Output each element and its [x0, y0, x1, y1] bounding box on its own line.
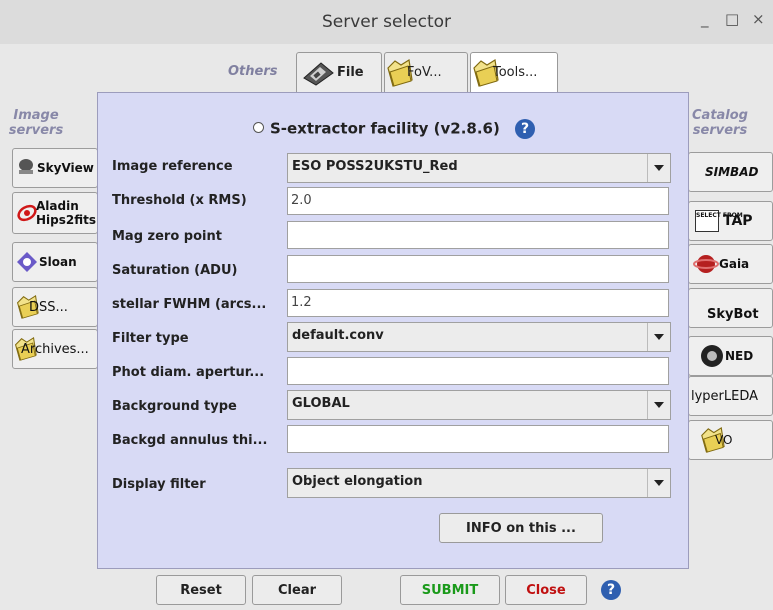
server-button-skyview[interactable]: SkyView: [12, 148, 98, 188]
label-backgd-annulus: Backgd annulus thi...: [112, 433, 268, 448]
label-background-type: Background type: [112, 399, 237, 414]
server-button-aladin-hips2fits[interactable]: Aladin Hips2fits: [12, 192, 98, 234]
chevron-down-icon: [647, 469, 670, 497]
input-phot-diam-aperture[interactable]: [287, 357, 669, 385]
info-button[interactable]: INFO on this ...: [439, 513, 603, 543]
facility-radio[interactable]: [252, 121, 264, 133]
server-label-vo: VO: [715, 433, 733, 447]
select-filter-type-value: default.conv: [292, 328, 384, 343]
tab-group-others-label: Others: [228, 64, 278, 79]
chevron-down-icon: [647, 154, 670, 182]
select-display-filter[interactable]: Object elongation: [287, 468, 671, 498]
server-label-hyperleda: lyperLEDA: [691, 388, 759, 404]
close-window-button[interactable]: ×: [752, 10, 765, 28]
label-display-filter: Display filter: [112, 477, 206, 492]
select-display-filter-value: Object elongation: [292, 474, 423, 489]
select-image-reference[interactable]: ESO POSS2UKSTU_Red: [287, 153, 671, 183]
label-threshold: Threshold (x RMS): [112, 193, 247, 208]
input-saturation[interactable]: [287, 255, 669, 283]
help-icon[interactable]: ?: [515, 119, 536, 139]
server-label-tap: TAP: [723, 213, 753, 229]
server-label-hips2fits: Hips2fits: [36, 213, 97, 227]
server-label-skyview: SkyView: [37, 161, 94, 175]
input-backgd-annulus[interactable]: [287, 425, 669, 453]
server-label-archives: Archives...: [21, 341, 89, 357]
tab-tools-label: Tools...: [493, 65, 538, 80]
server-button-skybot[interactable]: SkyBot: [688, 288, 773, 328]
gaia-icon: [693, 255, 719, 273]
server-button-dss[interactable]: DSS...: [12, 287, 98, 327]
input-threshold[interactable]: 2.0: [287, 187, 669, 215]
ned-icon: [701, 345, 723, 367]
sextractor-panel: S-extractor facility (v2.8.6) ? Image re…: [97, 92, 689, 569]
server-button-vo[interactable]: VO: [688, 420, 773, 460]
window-title: Server selector: [321, 12, 452, 32]
image-servers-title: Image servers: [8, 108, 64, 138]
label-filter-type: Filter type: [112, 331, 189, 346]
clear-button[interactable]: Clear: [252, 575, 342, 605]
catalog-servers-title: Catalog servers: [692, 108, 748, 138]
server-label-sloan: Sloan: [39, 255, 77, 269]
select-from-icon: SELECT FROM: [695, 210, 743, 232]
server-button-sloan[interactable]: Sloan: [12, 242, 98, 282]
select-background-type[interactable]: GLOBAL: [287, 390, 671, 420]
maximize-button[interactable]: □: [725, 10, 739, 28]
telescope-icon: [19, 159, 33, 174]
floppy-icon: [303, 61, 334, 86]
server-label-aladin: Aladin: [36, 199, 79, 213]
server-button-ned[interactable]: NED: [688, 336, 773, 376]
tab-file[interactable]: File: [296, 52, 382, 92]
minimize-button[interactable]: _: [701, 10, 709, 28]
panel-title: S-extractor facility (v2.8.6): [269, 119, 500, 138]
submit-button[interactable]: SUBMIT: [400, 575, 500, 605]
server-button-archives[interactable]: Archives...: [12, 329, 98, 369]
server-label-dss: DSS...: [29, 299, 68, 315]
server-button-simbad[interactable]: SIMBAD: [688, 152, 773, 192]
sloan-icon: [17, 252, 37, 272]
aladin-icon: [17, 204, 37, 222]
select-image-reference-value: ESO POSS2UKSTU_Red: [292, 159, 458, 174]
reset-button[interactable]: Reset: [156, 575, 246, 605]
server-button-tap[interactable]: SELECT FROM TAP: [688, 201, 773, 241]
label-phot-diam-aperture: Phot diam. apertur...: [112, 365, 265, 380]
footer-help-icon[interactable]: ?: [601, 580, 621, 600]
input-stellar-fwhm[interactable]: 1.2: [287, 289, 669, 317]
tab-fov[interactable]: FoV...: [384, 52, 468, 92]
server-button-hyperleda[interactable]: lyperLEDA: [688, 376, 773, 416]
close-button[interactable]: Close: [505, 575, 587, 605]
input-mag-zero-point[interactable]: [287, 221, 669, 249]
label-stellar-fwhm: stellar FWHM (arcs...: [112, 297, 267, 312]
server-label-ned: NED: [725, 349, 754, 363]
panel-header: S-extractor facility (v2.8.6) ?: [98, 119, 690, 139]
simbad-logo: SIMBAD: [705, 165, 759, 179]
chevron-down-icon: [647, 323, 670, 351]
tab-tools[interactable]: Tools...: [470, 52, 558, 92]
label-saturation: Saturation (ADU): [112, 263, 238, 278]
skybot-logo: SkyBot: [707, 306, 759, 322]
server-label-gaia: Gaia: [719, 257, 750, 271]
chevron-down-icon: [647, 391, 670, 419]
label-image-reference: Image reference: [112, 159, 233, 174]
tab-fov-label: FoV...: [407, 65, 442, 80]
tab-file-label: File: [337, 65, 364, 80]
select-filter-type[interactable]: default.conv: [287, 322, 671, 352]
server-button-gaia[interactable]: Gaia: [688, 244, 773, 284]
label-mag-zero-point: Mag zero point: [112, 229, 222, 244]
title-bar: Server selector _ □ ×: [0, 0, 773, 44]
select-background-type-value: GLOBAL: [292, 396, 350, 411]
